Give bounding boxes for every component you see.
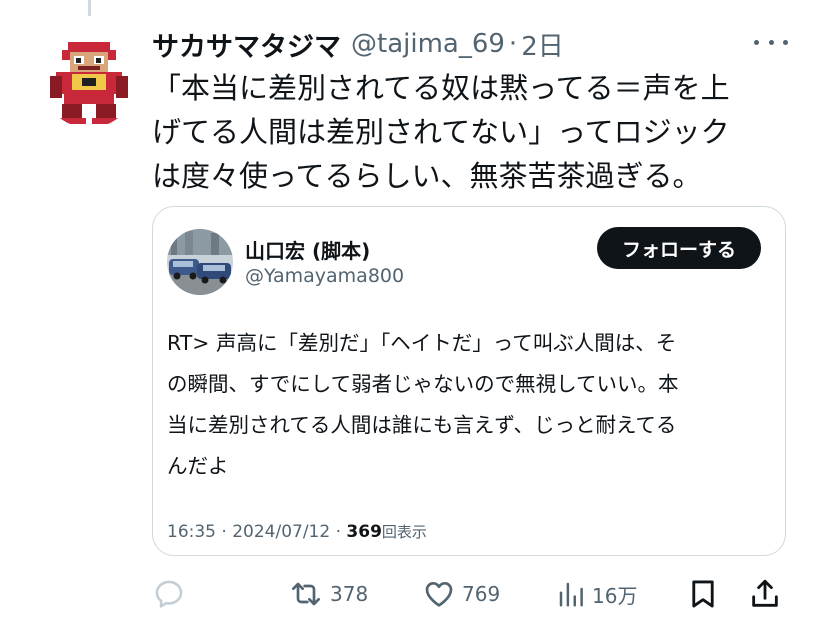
author-name[interactable]: サカサマタジマ — [152, 25, 341, 64]
thread-connector-line — [88, 0, 91, 16]
tweet-time[interactable]: 2日 — [521, 26, 564, 63]
more-dots-icon[interactable] — [754, 28, 788, 56]
quote-timestamp: 16:35 · 2024/07/12 · — [167, 522, 347, 542]
retweet-icon — [292, 582, 320, 606]
tweet-header: サカサマタジマ @tajima_69 · 2日 — [152, 24, 564, 64]
cars-photo-avatar-icon — [167, 229, 233, 295]
heart-icon — [425, 582, 453, 607]
quote-views-count: 369 — [346, 522, 382, 542]
share-button[interactable] — [748, 574, 782, 614]
reply-bubble-icon — [155, 580, 183, 608]
dot — [783, 39, 788, 45]
quote-views-label: 回表示 — [381, 523, 427, 541]
quote-author-avatar[interactable] — [167, 229, 233, 295]
quote-text: RT> 声高に「差別だ」「ヘイトだ」って叫ぶ人間は、そ の瞬間、すでにして弱者じ… — [167, 331, 679, 478]
author-handle[interactable]: @tajima_69 — [351, 29, 505, 59]
retweet-count: 378 — [330, 582, 369, 606]
views-button[interactable]: 16万 — [556, 574, 637, 614]
bookmark-button[interactable] — [686, 574, 720, 614]
quote-meta: 16:35 · 2024/07/12 · 369回表示 — [167, 521, 427, 542]
like-count: 769 — [462, 582, 501, 606]
share-icon — [752, 579, 778, 607]
quote-author-name[interactable]: 山口宏 (脚本) — [245, 235, 370, 264]
pixel-robot-avatar-icon — [50, 42, 128, 124]
dot — [754, 39, 759, 45]
views-count: 16万 — [592, 583, 638, 608]
quote-author-handle[interactable]: @Yamayama800 — [245, 265, 404, 287]
like-button[interactable]: 769 — [422, 574, 500, 614]
action-bar: 378 769 16万 — [0, 574, 828, 614]
retweet-button[interactable]: 378 — [288, 574, 368, 614]
follow-button[interactable]: フォローする — [597, 227, 761, 269]
author-avatar[interactable] — [42, 34, 136, 128]
bookmark-icon — [692, 580, 714, 608]
header-separator: · — [508, 29, 518, 59]
bar-chart-icon — [559, 582, 583, 607]
quoted-tweet-card[interactable]: 山口宏 (脚本) @Yamayama800 フォローする RT> 声高に「差別だ… — [152, 206, 786, 556]
dot — [768, 39, 774, 45]
tweet-text: 「本当に差別されてる奴は黙ってる＝声を上 げてる人間は差別されてない」ってロジッ… — [152, 71, 730, 193]
reply-button[interactable] — [152, 574, 186, 614]
